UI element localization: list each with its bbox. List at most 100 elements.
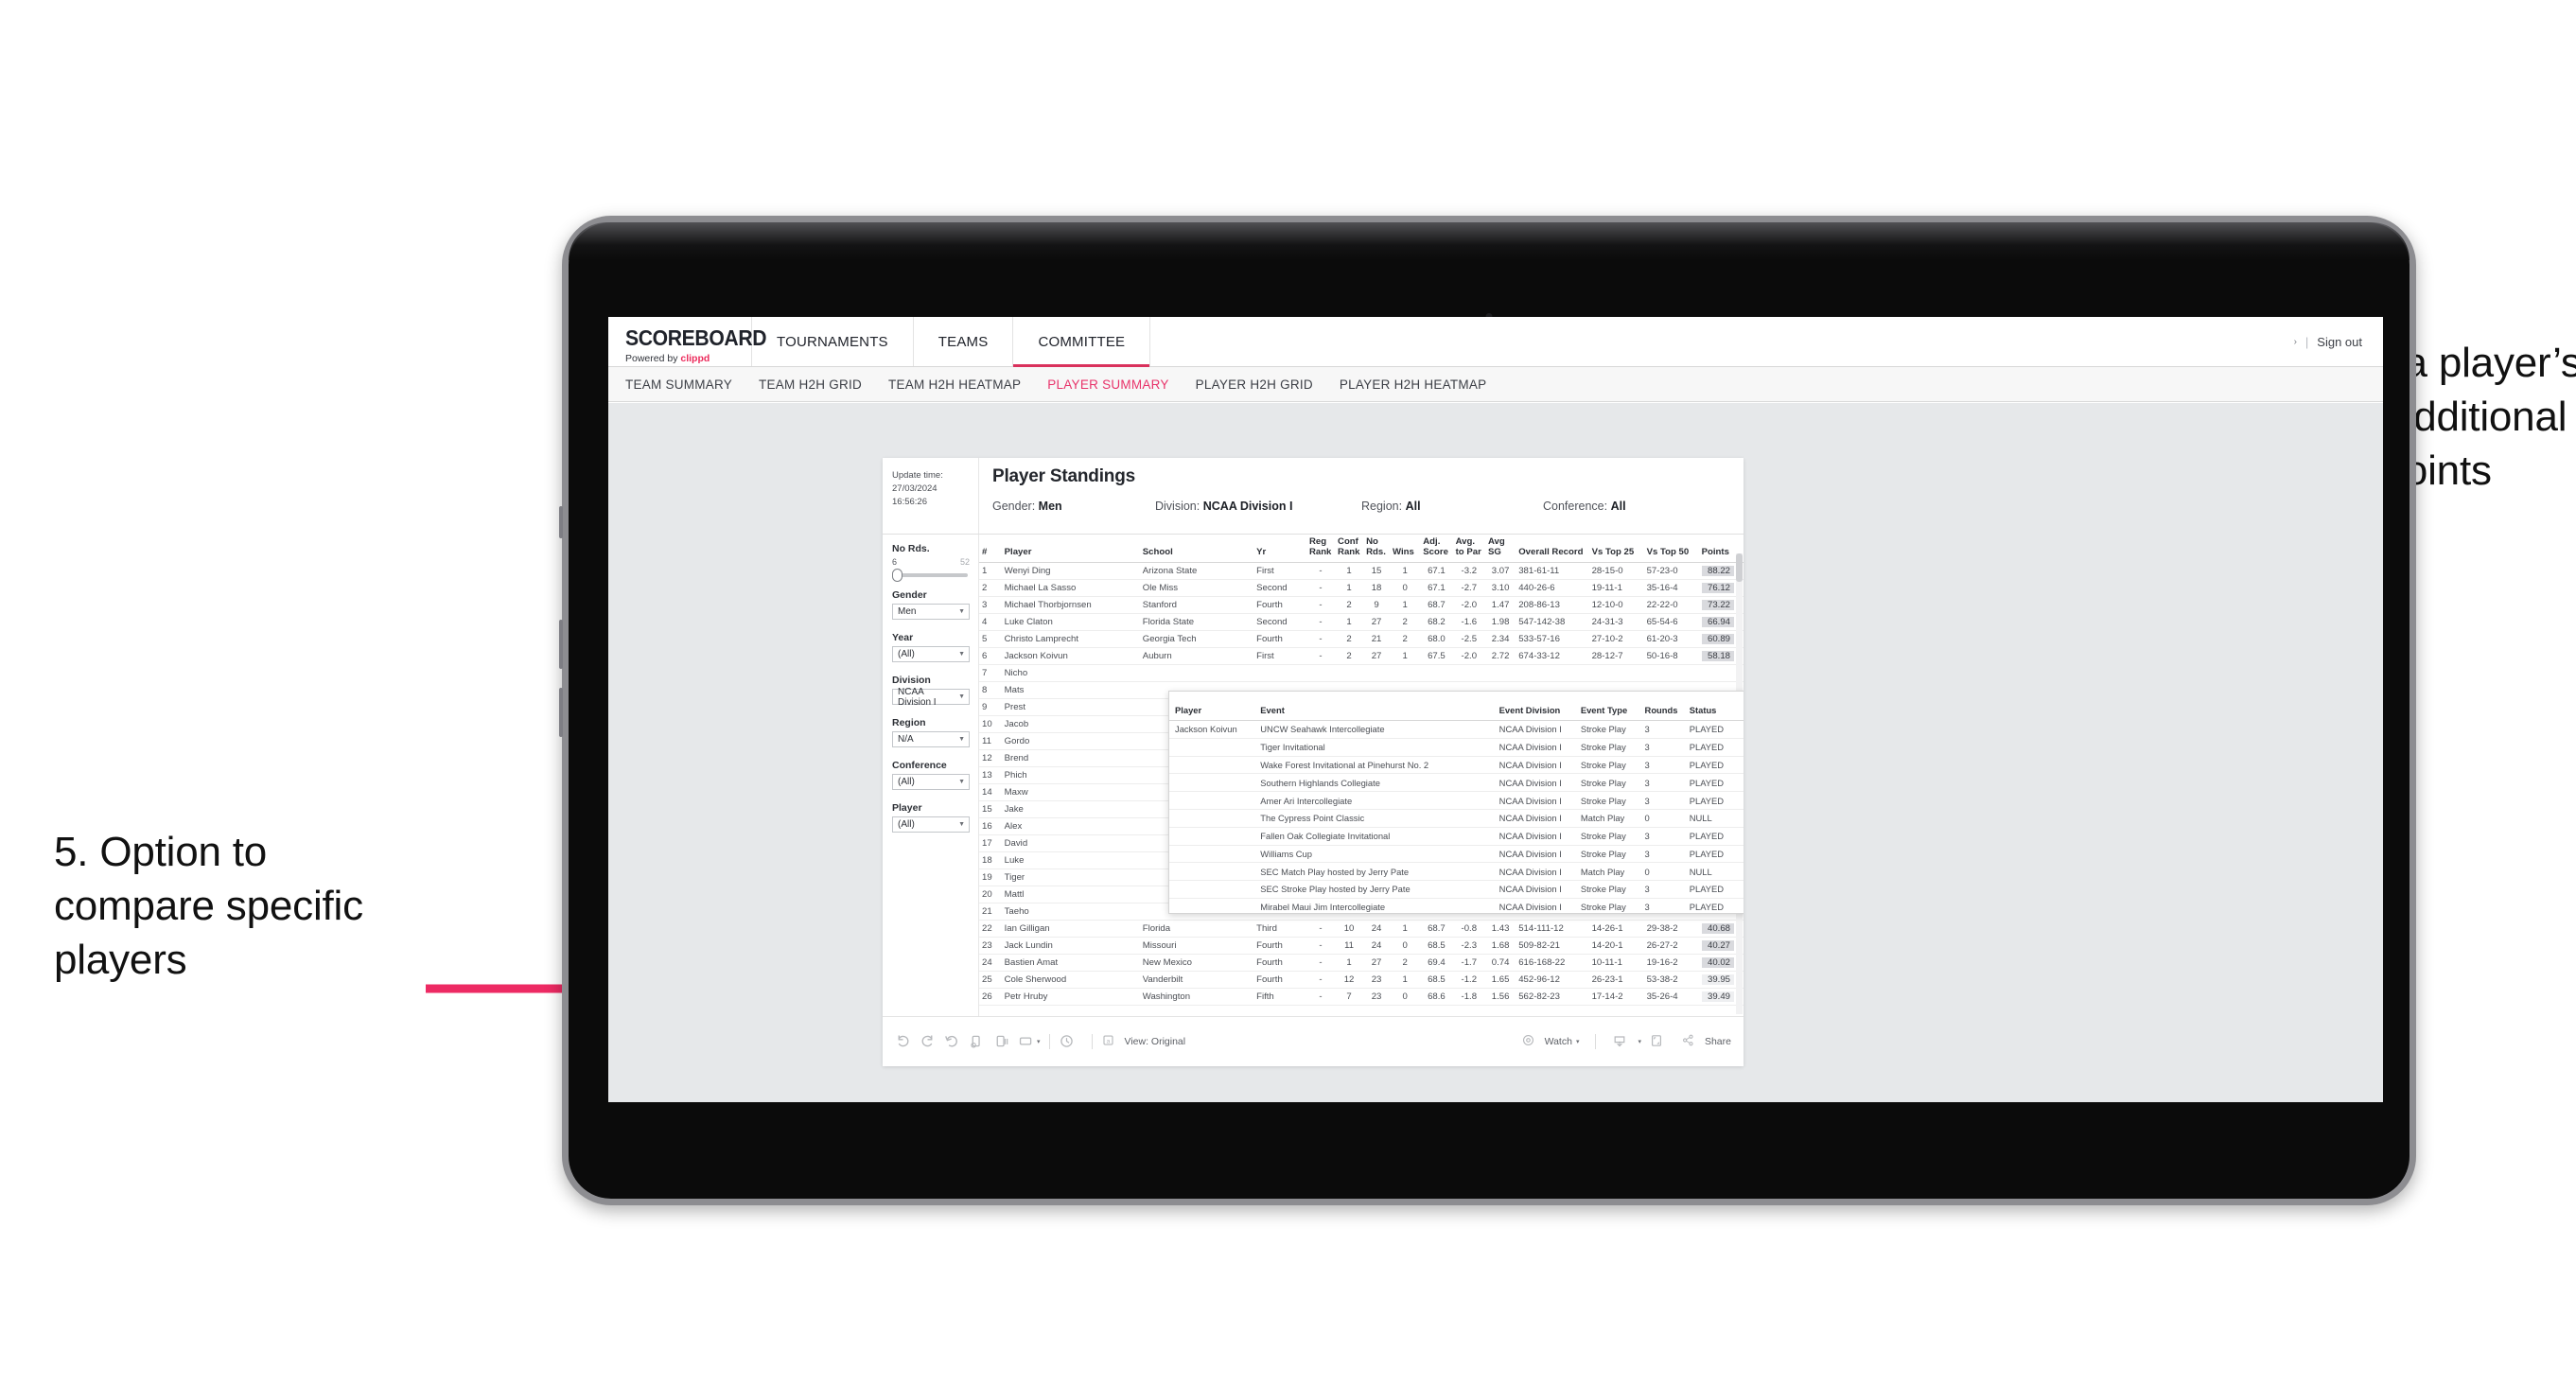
points-value[interactable]: 66.94 (1702, 617, 1734, 628)
tab-player-h2h-grid[interactable]: PLAYER H2H GRID (1196, 377, 1313, 392)
points-value[interactable]: 58.18 (1702, 651, 1734, 662)
points-value[interactable]: 39.95 (1702, 974, 1734, 986)
points-value[interactable]: 88.22 (1702, 566, 1734, 577)
table-row[interactable]: 5 Christo Lamprecht Georgia Tech Fourth -2 21… (979, 630, 1744, 649)
mute-button[interactable] (559, 506, 563, 538)
share-button[interactable]: Share (1681, 1033, 1731, 1049)
points-value[interactable]: 39.49 (1702, 991, 1734, 1003)
revert-icon[interactable] (944, 1033, 960, 1049)
view-icon: a (1101, 1033, 1117, 1049)
col-avg-to-par[interactable]: Avg. to Par (1452, 535, 1485, 564)
tab-team-summary[interactable]: TEAM SUMMARY (625, 377, 732, 392)
cell-num: 26 (979, 988, 1002, 1007)
table-row[interactable]: 2 Michael La Sasso Ole Miss Second -1 18 0 67.1… (979, 579, 1744, 598)
redo-icon[interactable] (920, 1033, 936, 1049)
points-value[interactable]: 73.22 (1702, 600, 1734, 611)
pause-updates-icon[interactable] (993, 1033, 1009, 1049)
tooltip-cell-division: NCAA Division I (1493, 827, 1575, 846)
points-value[interactable]: 76.12 (1702, 583, 1734, 594)
col-yr[interactable]: Yr (1253, 535, 1306, 564)
gender-select[interactable]: Men ▼ (892, 604, 970, 620)
cell-reg (1306, 664, 1336, 683)
tooltip-cell-division: NCAA Division I (1493, 791, 1575, 810)
table-row[interactable]: 1 Wenyi Ding Arizona State First -1 15 1 67.1 -3… (979, 562, 1744, 581)
table-row[interactable]: 6 Jackson Koivun Auburn First -2 27 1 67.5 -2.0 2… (979, 647, 1744, 666)
col-school[interactable]: School (1139, 535, 1254, 564)
nav-item-committee[interactable]: COMMITTEE (1013, 317, 1151, 367)
scrollbar-thumb[interactable] (1736, 553, 1743, 582)
col-vs-top-25[interactable]: Vs Top 25 (1588, 535, 1644, 564)
table-row[interactable]: 22 Ian Gilligan Florida Third -10 24 1 68.7 -0.8… (979, 920, 1744, 939)
tab-player-h2h-heatmap[interactable]: PLAYER H2H HEATMAP (1340, 377, 1487, 392)
points-value[interactable]: 40.27 (1702, 940, 1734, 952)
col-avg-sg[interactable]: Avg SG (1484, 535, 1516, 564)
tab-player-summary[interactable]: PLAYER SUMMARY (1047, 377, 1168, 392)
summary-filter-conference: Conference: All (1543, 500, 1626, 513)
cell-player: Alex (1001, 817, 1140, 836)
nav-item-tournaments[interactable]: TOURNAMENTS (752, 317, 914, 366)
table-row[interactable]: 3 Michael Thorbjornsen Stanford Fourth -2 9 1 6… (979, 596, 1744, 615)
watch-button[interactable]: Watch ▾ (1521, 1033, 1579, 1049)
player-select[interactable]: (All) ▼ (892, 816, 970, 833)
col-vs-top-50[interactable]: Vs Top 50 (1643, 535, 1699, 564)
cell-adj: 67.5 (1420, 647, 1453, 666)
table-row[interactable]: 26 Petr Hruby Washington Fifth -7 23 0 68.6 -1.8… (979, 988, 1744, 1007)
refresh-data-icon[interactable] (969, 1033, 985, 1049)
nav-item-teams[interactable]: TEAMS (914, 317, 1014, 366)
pause-auto-update-icon[interactable] (1059, 1033, 1075, 1049)
conference-select[interactable]: (All) ▼ (892, 774, 970, 790)
tooltip-cell-event: Amer Ari Intercollegiate (1254, 791, 1494, 810)
tooltip-events-table: Player Event Event Division Event Type R… (1169, 692, 1744, 913)
volume-down-button[interactable] (559, 688, 563, 737)
sign-out-link[interactable]: Sign out (2317, 335, 2362, 349)
region-select[interactable]: N/A ▼ (892, 731, 970, 747)
cell-conf: 11 (1335, 937, 1364, 956)
cell-wins: 1 (1390, 920, 1421, 939)
cell-num: 25 (979, 971, 1002, 990)
col-adj-score[interactable]: Adj. Score (1420, 535, 1453, 564)
cell-t25: 17-14-2 (1588, 988, 1644, 1007)
table-row[interactable]: 25 Cole Sherwood Vanderbilt Fourth -12 23 1 68.… (979, 971, 1744, 990)
col-reg-rank[interactable]: Reg Rank (1306, 535, 1336, 564)
filter-no-rounds[interactable]: No Rds. 6 52 (892, 543, 970, 582)
points-value[interactable]: 40.68 (1702, 923, 1734, 935)
division-select[interactable]: NCAA Division I ▼ (892, 687, 970, 708)
no-rounds-slider-handle[interactable] (892, 569, 902, 582)
tab-team-h2h-grid[interactable]: TEAM H2H GRID (759, 377, 862, 392)
fullscreen-icon[interactable] (1649, 1033, 1665, 1049)
view-original-button[interactable]: a View: Original (1101, 1033, 1185, 1049)
cell-reg: - (1306, 579, 1336, 598)
volume-up-button[interactable] (559, 620, 563, 669)
cell-t50: 65-54-6 (1643, 613, 1699, 632)
col-player[interactable]: Player (1001, 535, 1140, 564)
filter-player-label: Player (892, 802, 922, 814)
tab-team-h2h-heatmap[interactable]: TEAM H2H HEATMAP (888, 377, 1021, 392)
points-value[interactable]: 40.02 (1702, 957, 1734, 969)
col-no-rds[interactable]: No Rds. (1363, 535, 1391, 564)
user-menu-caret-icon[interactable]: › (2294, 337, 2297, 347)
download-icon[interactable] (1612, 1033, 1628, 1049)
brand-logo[interactable]: SCOREBOARD Powered by clippd (608, 317, 767, 366)
table-row[interactable]: 7 Nicho (979, 664, 1744, 683)
summary-filter-line: Gender: Men Division: NCAA Division I Re… (992, 500, 1744, 513)
nav-separator: | (2304, 334, 2309, 349)
col-wins[interactable]: Wins (1390, 535, 1421, 564)
points-value[interactable]: 60.89 (1702, 634, 1734, 645)
tooltip-cell-rounds: 0 (1638, 862, 1684, 882)
table-row[interactable]: 24 Bastien Amat New Mexico Fourth -1 27 2 69.4-… (979, 954, 1744, 973)
tooltip-cell-event: Williams Cup (1254, 845, 1494, 864)
year-select[interactable]: (All) ▼ (892, 646, 970, 662)
device-layout-icon[interactable] (1018, 1033, 1034, 1049)
table-row[interactable]: 23 Jack Lundin Missouri Fourth -11 24 0 68.5 -2.… (979, 937, 1744, 956)
undo-icon[interactable] (895, 1033, 911, 1049)
tooltip-cell-division: NCAA Division I (1493, 880, 1575, 899)
col-overall-record[interactable]: Overall Record (1516, 535, 1589, 564)
col-rank[interactable]: # (979, 535, 1002, 564)
download-caret-icon[interactable]: ▾ (1638, 1038, 1641, 1045)
device-layout-caret-icon[interactable]: ▾ (1037, 1038, 1041, 1045)
table-row[interactable]: 4 Luke Claton Florida State Second -1 27 2 68.2… (979, 613, 1744, 632)
col-conf-rank[interactable]: Conf Rank (1335, 535, 1364, 564)
cell-sg (1484, 664, 1516, 683)
no-rounds-slider-track[interactable] (892, 569, 968, 582)
standings-table-wrapper[interactable]: # Player School Yr Reg Rank Conf Rank No… (979, 535, 1744, 1016)
